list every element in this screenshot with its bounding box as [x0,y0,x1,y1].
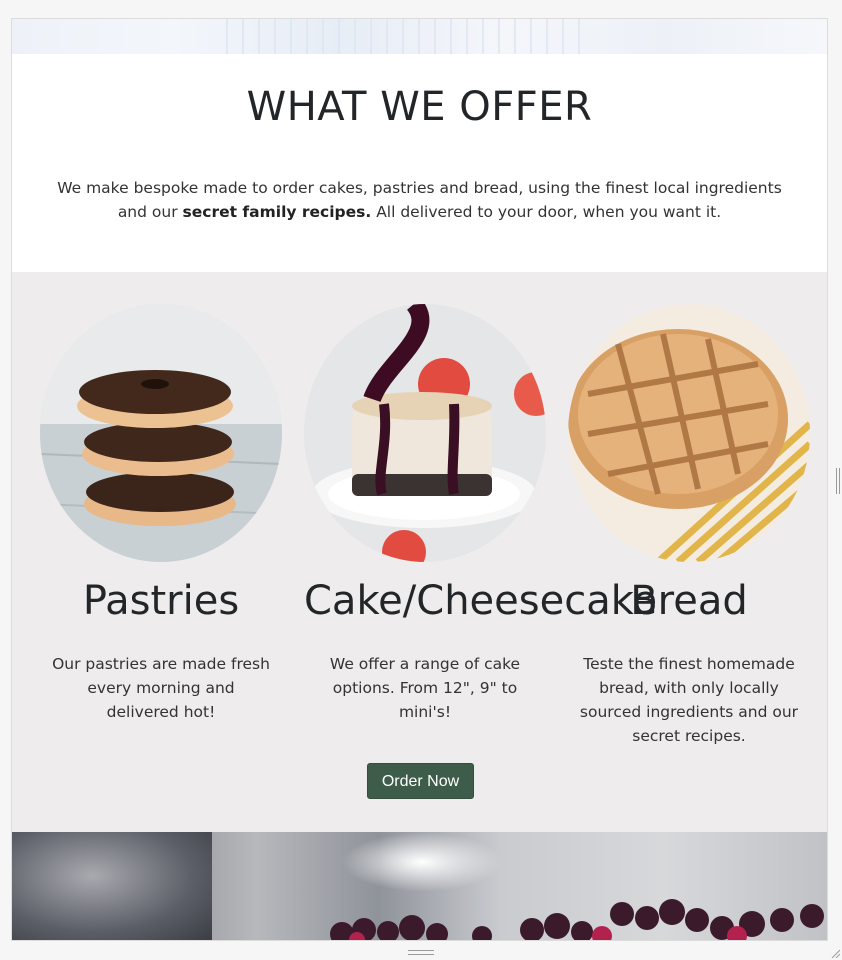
cheesecake-illustration [304,304,546,562]
product-card-bread: Bread Teste the finest homemade bread, w… [568,304,810,745]
bread-illustration [568,304,810,562]
order-now-button[interactable]: Order Now [367,763,474,799]
product-title: Cake/Cheesecake [304,578,658,624]
bread-image [568,304,810,562]
section-title: WHAT WE OFFER [246,84,593,130]
product-card-pastries: Pastries Our pastries are made fresh eve… [40,304,282,721]
section-intro: We make bespoke made to order cakes, pas… [42,176,797,224]
intro-text-end: All delivered to your door, when you wan… [371,203,722,221]
intro-text-bold: secret family recipes. [182,203,372,221]
product-description: Teste the finest homemade bread, with on… [579,655,799,745]
pastries-image [40,304,282,562]
page-viewport: WHAT WE OFFER We make bespoke made to or… [11,18,828,941]
bottom-resize-handle[interactable] [408,950,434,955]
hero-image-strip [12,19,827,54]
side-resize-handle[interactable] [836,468,840,494]
product-card-cake: Cake/Cheesecake We offer a range of cake… [304,304,657,721]
product-title: Pastries [82,578,240,624]
product-description: We offer a range of cake options. From 1… [329,655,521,721]
cheesecake-image [304,304,546,562]
products-section: Pastries Our pastries are made fresh eve… [12,272,827,832]
product-description: Our pastries are made fresh every mornin… [52,655,270,721]
berries-illustration [330,899,824,940]
donuts-illustration [40,304,282,562]
product-title: Bread [630,578,748,624]
corner-resize-icon[interactable] [830,948,840,958]
what-we-offer-section: WHAT WE OFFER We make bespoke made to or… [12,54,827,272]
berries-banner-image [12,832,827,940]
